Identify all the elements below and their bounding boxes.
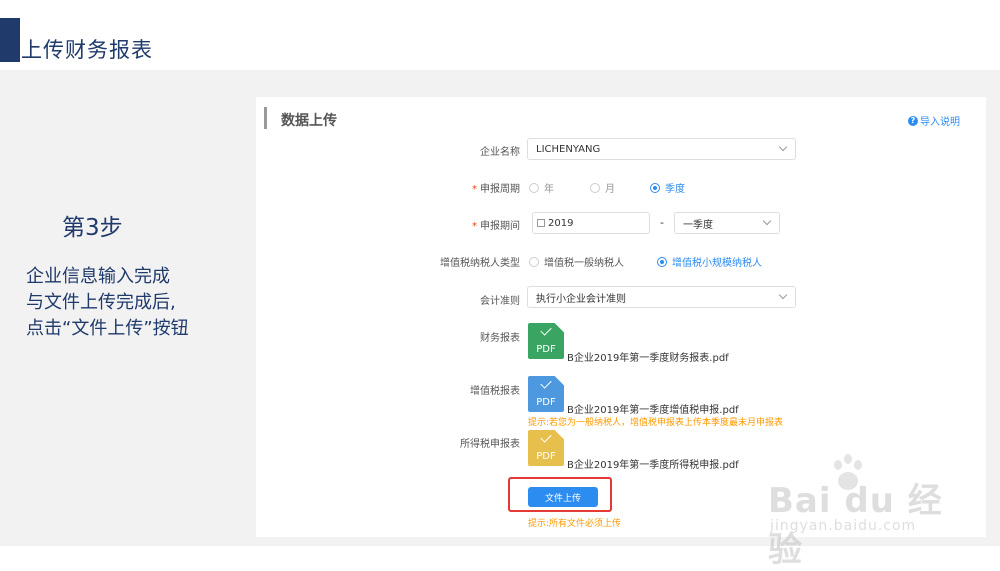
check-icon xyxy=(540,324,552,336)
radio-general-icon xyxy=(529,256,539,267)
radio-small-icon xyxy=(657,256,667,267)
vat-hint: 提示:若您为一般纳税人，增值税申报表上传本季度最末月申报表 xyxy=(528,418,784,428)
taxpayer-radio-general[interactable]: 增值税一般纳税人 xyxy=(529,254,624,269)
step-description: 企业信息输入完成 与文件上传完成后, 点击“文件上传”按钮 xyxy=(26,264,189,342)
pdf-icon-text: PDF xyxy=(536,451,556,462)
chevron-down-icon xyxy=(778,142,788,152)
check-icon xyxy=(540,377,552,389)
question-icon: ? xyxy=(908,115,918,126)
radio-small-label: 增值税小规模纳税人 xyxy=(672,258,762,269)
watermark-url: jingyan.baidu.com xyxy=(770,518,917,534)
upload-hint: 提示:所有文件必须上传 xyxy=(528,519,622,529)
period-radio-year[interactable]: 年 xyxy=(529,180,554,195)
pdf-file-icon[interactable]: PDF xyxy=(528,323,564,359)
desc-line-3: 点击“文件上传”按钮 xyxy=(26,318,189,339)
slide-title: 上传财务报表 xyxy=(21,38,153,62)
radio-general-label: 增值税一般纳税人 xyxy=(544,258,624,269)
period-label-text: 申报周期 xyxy=(480,184,520,195)
radio-month-label: 月 xyxy=(605,184,615,195)
radio-year-label: 年 xyxy=(544,184,554,195)
chevron-down-icon xyxy=(778,290,788,300)
upload-button-highlight xyxy=(508,477,612,512)
radio-quarter-icon xyxy=(650,182,660,193)
year-picker[interactable]: 2019 xyxy=(532,212,650,234)
range-label-text: 申报期间 xyxy=(480,221,520,232)
period-radio-quarter[interactable]: 季度 xyxy=(650,180,685,195)
title-accent-bar xyxy=(0,18,20,62)
vat-report-filename: B企业2019年第一季度增值税申报.pdf xyxy=(567,405,739,416)
company-value: LICHENYANG xyxy=(536,143,601,155)
range-dash: - xyxy=(660,216,664,229)
accounting-standard-label: 会计准则 xyxy=(480,296,520,307)
range-label: * 申报期间 xyxy=(472,221,520,232)
quarter-select[interactable]: 一季度 xyxy=(674,212,780,234)
income-tax-filename: B企业2019年第一季度所得税申报.pdf xyxy=(567,460,739,471)
calendar-icon xyxy=(537,219,545,227)
radio-month-icon xyxy=(590,182,600,193)
radio-year-icon xyxy=(529,182,539,193)
import-help-label: 导入说明 xyxy=(920,117,960,128)
financial-report-filename: B企业2019年第一季度财务报表.pdf xyxy=(567,353,729,364)
pdf-file-icon[interactable]: PDF xyxy=(528,376,564,412)
accounting-standard-select[interactable]: 执行小企业会计准则 xyxy=(527,286,796,308)
accounting-standard-value: 执行小企业会计准则 xyxy=(536,293,626,305)
income-tax-label: 所得税申报表 xyxy=(460,439,520,450)
vat-report-label: 增值税报表 xyxy=(470,386,520,397)
baidu-watermark: Bai du 经验 jingyan.baidu.com xyxy=(758,450,953,570)
panel-title-bar xyxy=(264,107,267,129)
financial-report-label: 财务报表 xyxy=(480,333,520,344)
taxpayer-label: 增值税纳税人类型 xyxy=(440,258,520,269)
quarter-value: 一季度 xyxy=(683,219,713,231)
pdf-file-icon[interactable]: PDF xyxy=(528,430,564,466)
taxpayer-radio-small[interactable]: 增值税小规模纳税人 xyxy=(657,254,762,269)
year-value: 2019 xyxy=(548,217,574,229)
company-select[interactable]: LICHENYANG xyxy=(527,138,796,160)
panel-title: 数据上传 xyxy=(281,113,337,129)
radio-quarter-label: 季度 xyxy=(665,184,685,195)
step-heading: 第3步 xyxy=(62,215,123,241)
desc-line-1: 企业信息输入完成 xyxy=(26,266,170,287)
period-label: * 申报周期 xyxy=(472,184,520,195)
chevron-down-icon xyxy=(762,216,772,226)
check-icon xyxy=(540,431,552,443)
pdf-icon-text: PDF xyxy=(536,344,556,355)
period-radio-month[interactable]: 月 xyxy=(590,180,615,195)
company-label: 企业名称 xyxy=(480,147,520,158)
desc-line-2: 与文件上传完成后, xyxy=(26,292,176,313)
pdf-icon-text: PDF xyxy=(536,397,556,408)
import-help-link[interactable]: ? 导入说明 xyxy=(908,113,960,128)
